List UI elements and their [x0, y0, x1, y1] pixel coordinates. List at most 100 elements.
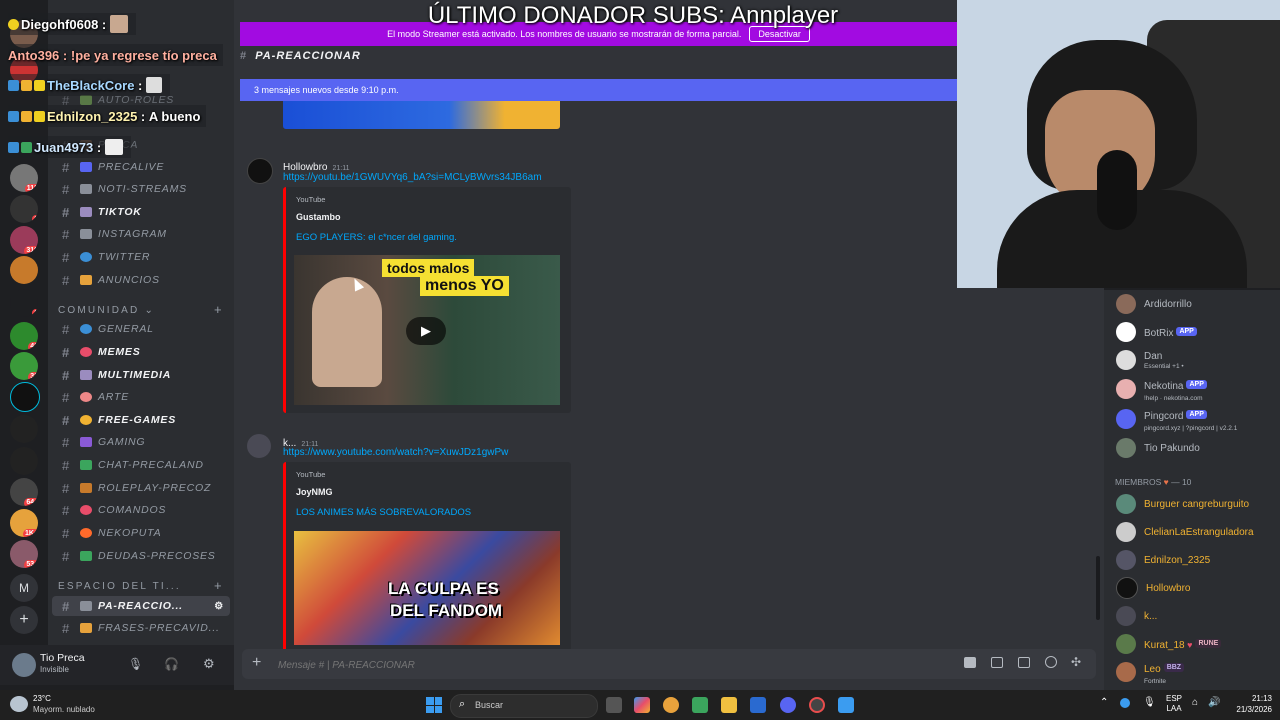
category-espacio[interactable]: ESPACIO DEL TI...: [58, 581, 181, 592]
stream-chat-line: Juan4973 :: [8, 136, 131, 158]
channel-item[interactable]: # INSTAGRAM: [52, 224, 230, 244]
apps-icon[interactable]: ✣: [1071, 655, 1081, 669]
channel-item[interactable]: # GENERAL: [52, 319, 230, 339]
keyboard-language[interactable]: ESP LAA: [1166, 694, 1182, 714]
gif-icon[interactable]: [991, 657, 1003, 668]
taskbar-search[interactable]: ⌕ Buscar: [450, 694, 598, 718]
weather-icon[interactable]: [10, 696, 28, 712]
embed-channel[interactable]: JoyNMG: [296, 487, 561, 497]
channel-item[interactable]: # MEMES: [52, 342, 230, 362]
member-item[interactable]: ClelianLaEstranguladora: [1116, 519, 1276, 545]
server-icon[interactable]: 644: [10, 478, 38, 506]
emoji-icon[interactable]: [1045, 656, 1057, 668]
add-channel-icon[interactable]: +: [214, 302, 222, 317]
embed-thumbnail-partial[interactable]: [283, 101, 560, 129]
channel-item[interactable]: # ROLEPLAY-PRECOZ: [52, 478, 230, 498]
stream-chat-line: Diegohf0608 :: [8, 13, 136, 35]
channel-item[interactable]: # MULTIMEDIA: [52, 365, 230, 385]
channel-item[interactable]: # FREE-GAMES: [52, 410, 230, 430]
message-link[interactable]: https://www.youtube.com/watch?v=XuwJDz1g…: [283, 447, 508, 458]
server-icon[interactable]: [10, 447, 38, 475]
xbox-icon[interactable]: [692, 697, 708, 713]
server-icon-m[interactable]: M: [10, 574, 38, 602]
member-item[interactable]: Kurat_18 ♥ RUNE: [1116, 631, 1276, 657]
server-icon[interactable]: 31: [10, 352, 38, 380]
discord-icon[interactable]: [780, 697, 796, 713]
channel-item[interactable]: # CHAT-PRECALAND: [52, 455, 230, 475]
channel-item[interactable]: # TIKTOK: [52, 202, 230, 222]
mic-tray-icon[interactable]: 🎙: [1143, 697, 1156, 708]
avatar[interactable]: [12, 653, 36, 677]
channel-item[interactable]: # GAMING: [52, 432, 230, 452]
server-icon[interactable]: 112: [10, 164, 38, 192]
file-explorer-icon[interactable]: [721, 697, 737, 713]
store-icon[interactable]: [750, 697, 766, 713]
scrollbar[interactable]: [1096, 556, 1100, 620]
channel-item[interactable]: # NOTI-STREAMS: [52, 179, 230, 199]
gear-icon[interactable]: ⚙: [214, 601, 224, 612]
avatar[interactable]: [247, 434, 271, 458]
channel-item[interactable]: # TWITTER: [52, 247, 230, 267]
member-item[interactable]: Pingcord APP pingcord.xyz | ?pingcord | v2…: [1116, 406, 1276, 432]
server-icon[interactable]: 316: [10, 226, 38, 254]
sticker-icon[interactable]: [1018, 657, 1030, 668]
server-icon[interactable]: [10, 382, 40, 412]
member-item[interactable]: BotRix APP: [1116, 319, 1276, 345]
notepad-icon[interactable]: [838, 697, 854, 713]
add-channel-icon[interactable]: +: [214, 578, 222, 593]
member-item[interactable]: Tio Pakundo: [1116, 435, 1276, 461]
server-icon[interactable]: 534: [10, 540, 38, 568]
channel-item[interactable]: # COMANDOS: [52, 500, 230, 520]
server-icon[interactable]: 1K+: [10, 509, 38, 537]
message-input[interactable]: [276, 655, 880, 675]
member-item[interactable]: Ardidorrillo: [1116, 291, 1276, 317]
member-item[interactable]: Burguer cangreburguito: [1116, 491, 1276, 517]
message-link[interactable]: https://youtu.be/1GWUVYq6_bA?si=MCLyBWvr…: [283, 172, 542, 183]
onedrive-icon[interactable]: [1120, 698, 1130, 708]
task-view-icon[interactable]: [606, 697, 622, 713]
server-icon[interactable]: [10, 256, 38, 284]
channel-item[interactable]: # FRASES-PRECAVID...: [52, 618, 230, 638]
gift-icon[interactable]: [964, 657, 976, 668]
headphones-icon[interactable]: 🎧: [164, 657, 179, 671]
server-icon[interactable]: [10, 415, 38, 443]
play-icon[interactable]: ▶: [406, 317, 446, 345]
category-comunidad[interactable]: COMUNIDAD ⌄: [58, 305, 155, 316]
embed-title[interactable]: EGO PLAYERS: el c*ncer del gaming.: [296, 232, 561, 243]
badge-icon: [8, 18, 19, 30]
clock[interactable]: 21:13 21/3/2026: [1220, 693, 1272, 715]
channel-item[interactable]: # ANUNCIOS: [52, 270, 230, 290]
channel-item[interactable]: # PRECALIVE: [52, 157, 230, 177]
settings-gear-icon[interactable]: ⚙: [203, 656, 215, 672]
member-item[interactable]: Leo BBZ Fortnite: [1116, 659, 1276, 685]
embed-title[interactable]: LOS ANIMES MÁS SOBREVALORADOS: [296, 507, 561, 518]
copilot-icon[interactable]: [634, 697, 650, 713]
video-thumbnail[interactable]: LA CULPA ES DEL FANDOM: [294, 531, 560, 645]
chevron-up-icon[interactable]: ⌃: [1100, 697, 1108, 708]
channel-item[interactable]: # DEUDAS-PRECOSES: [52, 546, 230, 566]
new-messages-bar[interactable]: 3 mensajes nuevos desde 9:10 p.m.: [240, 79, 957, 101]
network-icon[interactable]: ⌂: [1192, 697, 1198, 708]
member-item[interactable]: Ednilzon_2325: [1116, 547, 1276, 573]
obs-icon[interactable]: [809, 697, 825, 713]
server-icon[interactable]: 1: [10, 195, 38, 223]
channel-item[interactable]: # ARTE: [52, 387, 230, 407]
member-item[interactable]: Hollowbro: [1116, 575, 1276, 601]
server-icon[interactable]: 1: [10, 289, 38, 317]
channel-item-selected[interactable]: # PA-REACCIO... ⚙: [52, 596, 230, 616]
avatar[interactable]: [247, 158, 273, 184]
embed-channel[interactable]: Gustambo: [296, 212, 561, 222]
channel-item[interactable]: # NEKOPUTA: [52, 523, 230, 543]
add-attachment-icon[interactable]: +: [252, 654, 261, 672]
server-icon[interactable]: 41: [10, 322, 38, 350]
add-server-icon[interactable]: +: [10, 606, 38, 634]
member-item[interactable]: Dan Essential +1 •: [1116, 347, 1276, 373]
member-item[interactable]: k...: [1116, 603, 1276, 629]
volume-icon[interactable]: 🔊: [1208, 697, 1220, 708]
microphone-icon[interactable]: 🎙: [128, 657, 143, 671]
badge-icon: [21, 110, 32, 122]
windows-start-icon[interactable]: [426, 697, 442, 713]
video-thumbnail[interactable]: todos malos menos YO ▶: [294, 255, 560, 405]
chrome-icon[interactable]: [663, 697, 679, 713]
member-item[interactable]: Nekotina APP !help · nekotina.com: [1116, 376, 1276, 402]
